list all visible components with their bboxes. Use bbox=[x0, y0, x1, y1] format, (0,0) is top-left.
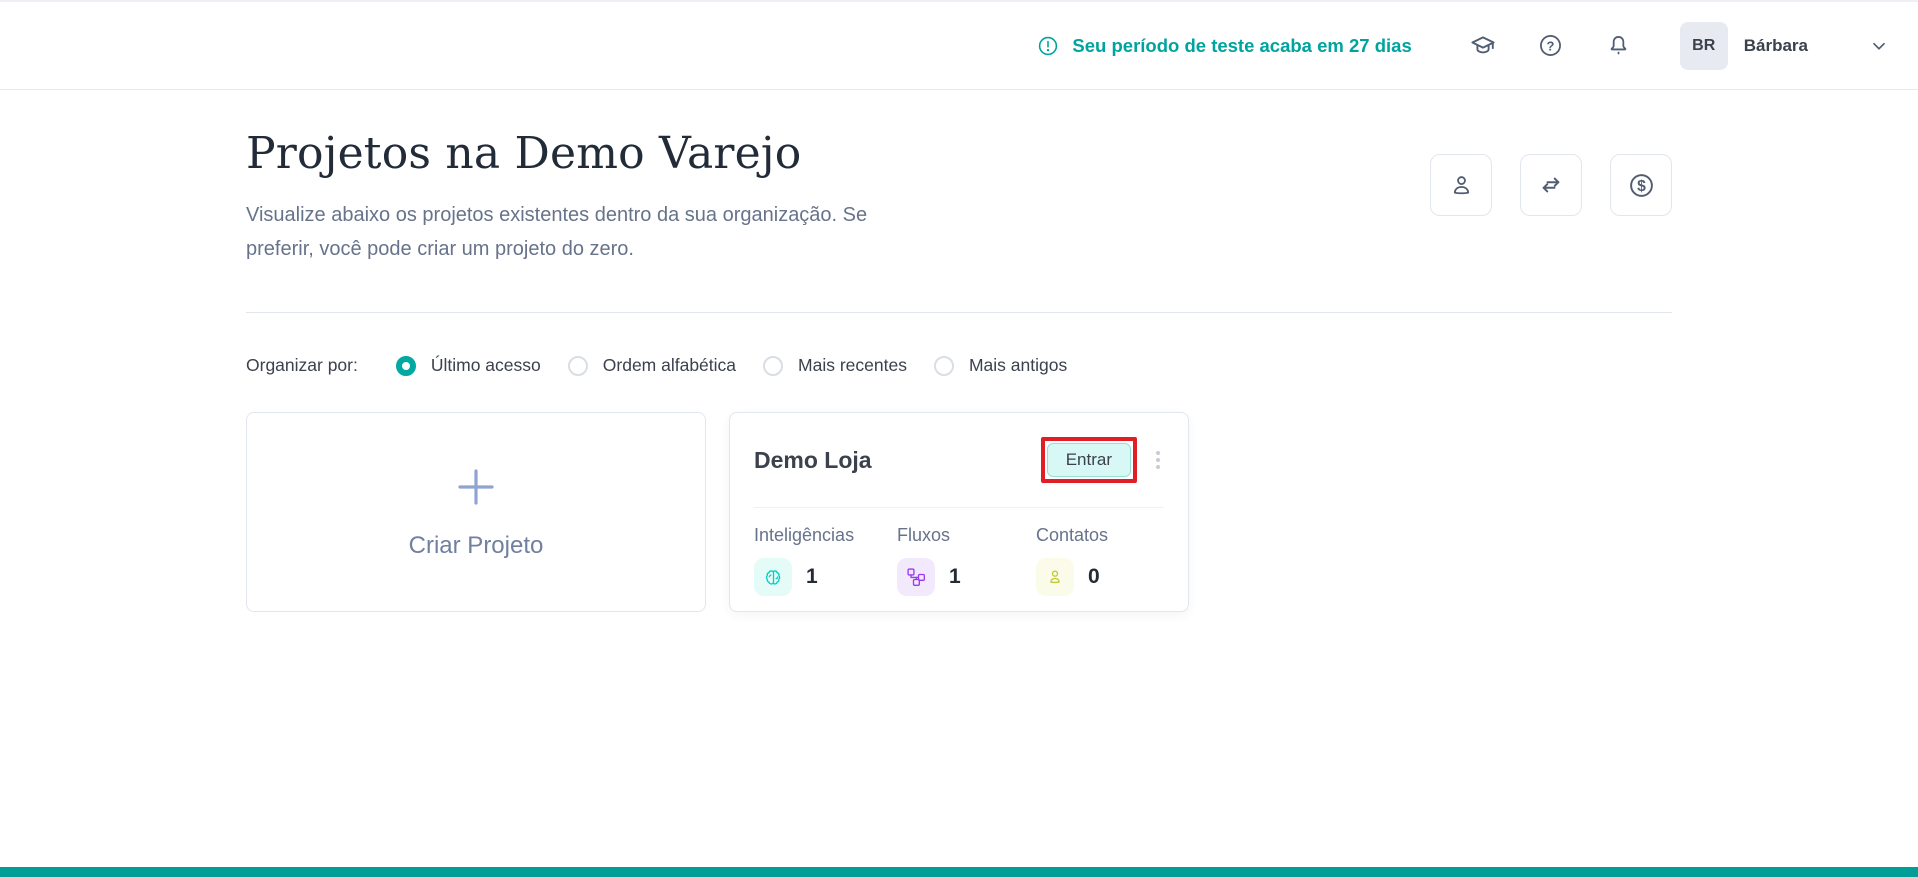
user-menu[interactable]: BR Bárbara bbox=[1680, 22, 1890, 70]
stat-contatos: Contatos 0 bbox=[1036, 525, 1164, 596]
page-title: Projetos na Demo Varejo bbox=[246, 128, 918, 179]
sort-option-ultimo-acesso[interactable]: Último acesso bbox=[396, 355, 541, 376]
svg-text:?: ? bbox=[1547, 38, 1555, 53]
sort-option-mais-recentes[interactable]: Mais recentes bbox=[763, 355, 907, 376]
annotation-highlight-box: Entrar bbox=[1041, 437, 1137, 483]
stat-inteligencias: Inteligências 1 bbox=[754, 525, 897, 596]
avatar-initials: BR bbox=[1692, 37, 1715, 55]
sort-row: Organizar por: Último acesso Ordem alfab… bbox=[246, 355, 1672, 376]
chevron-down-icon[interactable] bbox=[1868, 35, 1890, 57]
avatar[interactable]: BR bbox=[1680, 22, 1728, 70]
billing-button[interactable]: $ bbox=[1610, 154, 1672, 216]
notifications-button[interactable] bbox=[1604, 31, 1634, 61]
help-icon: ? bbox=[1537, 32, 1564, 59]
svg-text:$: $ bbox=[1637, 178, 1646, 195]
radio-unselected[interactable] bbox=[568, 356, 588, 376]
project-stats: Inteligências 1 Fluxos bbox=[754, 508, 1164, 596]
stat-fluxos: Fluxos 1 bbox=[897, 525, 1036, 596]
project-title: Demo Loja bbox=[754, 447, 872, 474]
brain-icon bbox=[754, 558, 792, 596]
contact-icon bbox=[1036, 558, 1074, 596]
footer-accent-bar bbox=[0, 867, 1918, 877]
create-project-label: Criar Projeto bbox=[409, 532, 544, 560]
org-action-buttons: $ bbox=[1430, 154, 1672, 216]
dollar-icon: $ bbox=[1627, 171, 1656, 200]
flows-icon bbox=[897, 558, 935, 596]
sort-option-mais-antigos[interactable]: Mais antigos bbox=[934, 355, 1067, 376]
members-button[interactable] bbox=[1430, 154, 1492, 216]
plus-icon bbox=[453, 464, 499, 510]
page-subtitle: Visualize abaixo os projetos existentes … bbox=[246, 199, 918, 266]
radio-unselected[interactable] bbox=[934, 356, 954, 376]
academy-button[interactable] bbox=[1468, 31, 1498, 61]
user-name: Bárbara bbox=[1744, 36, 1808, 56]
transfer-button[interactable] bbox=[1520, 154, 1582, 216]
top-bar: Seu período de teste acaba em 27 dias ? bbox=[0, 2, 1918, 90]
person-icon bbox=[1448, 172, 1475, 199]
enter-project-button[interactable]: Entrar bbox=[1047, 443, 1131, 477]
sort-label: Organizar por: bbox=[246, 355, 358, 376]
help-button[interactable]: ? bbox=[1536, 31, 1566, 61]
projects-grid: Criar Projeto Demo Loja Entrar Inteligên… bbox=[246, 412, 1672, 612]
swap-arrows-icon bbox=[1537, 171, 1565, 199]
radio-selected[interactable] bbox=[396, 356, 416, 376]
trial-notice-text: Seu período de teste acaba em 27 dias bbox=[1072, 35, 1411, 57]
sort-options: Último acesso Ordem alfabética Mais rece… bbox=[396, 355, 1067, 376]
bell-icon bbox=[1605, 32, 1632, 59]
page-header-text: Projetos na Demo Varejo Visualize abaixo… bbox=[246, 128, 918, 266]
alert-circle-icon bbox=[1036, 34, 1060, 58]
radio-unselected[interactable] bbox=[763, 356, 783, 376]
create-project-card[interactable]: Criar Projeto bbox=[246, 412, 706, 612]
main-content: Projetos na Demo Varejo Visualize abaixo… bbox=[246, 90, 1672, 612]
section-divider bbox=[246, 312, 1672, 313]
trial-notice: Seu período de teste acaba em 27 dias bbox=[1036, 34, 1411, 58]
project-card: Demo Loja Entrar Inteligências bbox=[729, 412, 1189, 612]
graduation-cap-icon bbox=[1469, 32, 1497, 60]
sort-option-ordem-alfabetica[interactable]: Ordem alfabética bbox=[568, 355, 736, 376]
project-options-kebab-icon[interactable] bbox=[1152, 447, 1164, 473]
